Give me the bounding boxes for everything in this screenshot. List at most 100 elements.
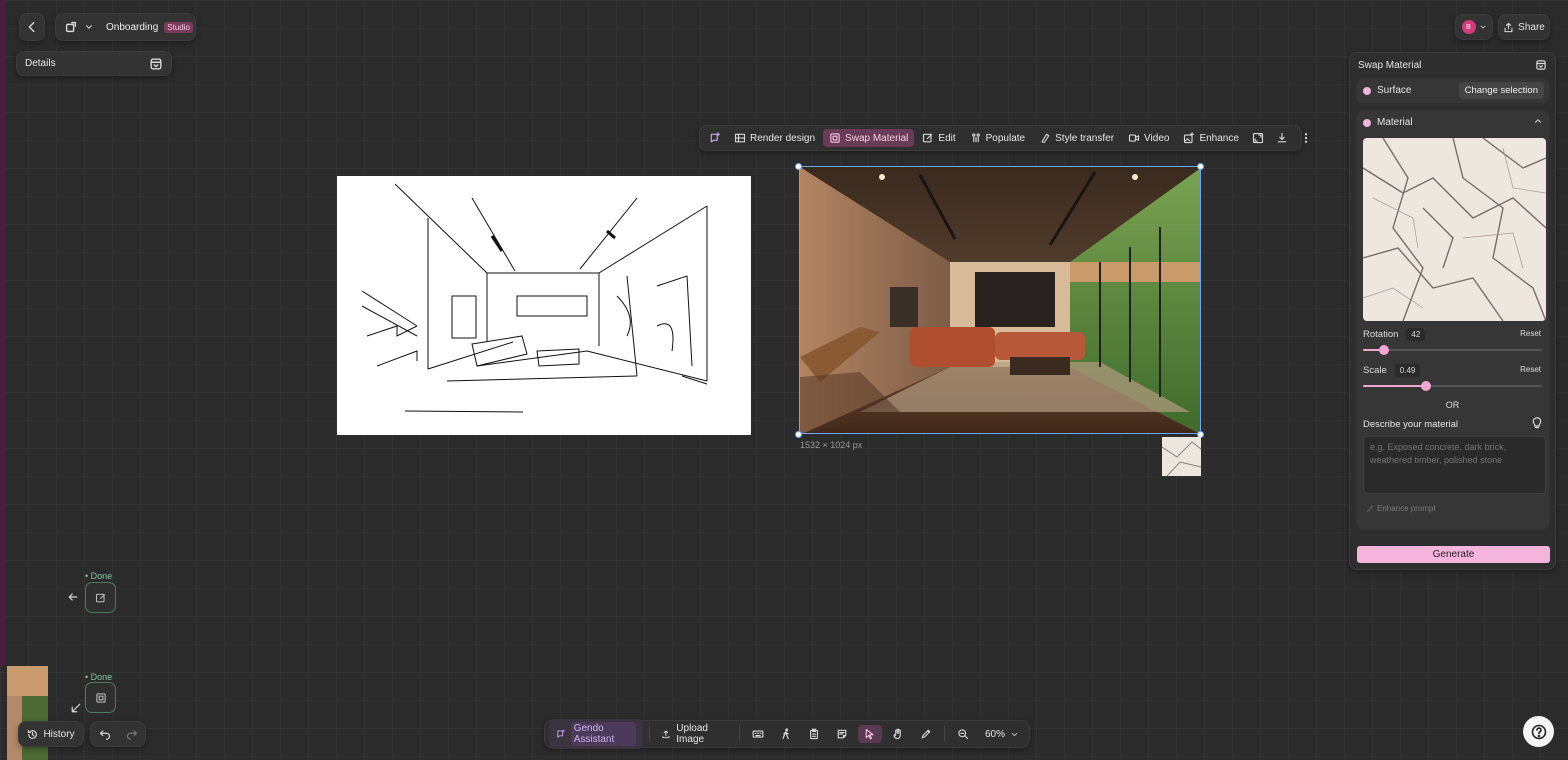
surface-dot [1363, 86, 1371, 95]
note-button[interactable] [830, 725, 854, 743]
chat-plus-icon [557, 729, 565, 738]
more-options-button[interactable] [1295, 129, 1317, 147]
video-icon [1128, 134, 1140, 142]
resize-handle-bottom-left[interactable] [795, 431, 802, 438]
chat-plus-icon [710, 132, 721, 143]
done-status-2: • Done [85, 672, 113, 682]
video-button[interactable]: Video [1122, 129, 1175, 147]
rotation-row: Rotation 42 [1363, 328, 1426, 341]
image-dimensions: 1532 × 1024 px [800, 440, 863, 450]
undo-icon[interactable] [99, 728, 111, 740]
render-design-button[interactable]: Render design [728, 129, 821, 147]
zoom-value: 60% [984, 728, 1005, 740]
history-button[interactable]: History [18, 721, 84, 747]
redo-icon[interactable] [126, 728, 138, 740]
rotation-reset-button[interactable]: Reset [1520, 329, 1541, 338]
enhance-button[interactable]: Enhance [1177, 129, 1244, 147]
collapse-panel-icon[interactable] [1535, 59, 1547, 71]
zoom-button[interactable] [951, 725, 975, 743]
generate-button[interactable]: Generate [1357, 546, 1550, 563]
resize-handle-top-left[interactable] [795, 163, 802, 170]
scale-row: Scale 0.49 [1363, 364, 1421, 377]
question-icon [1531, 724, 1546, 739]
left-edge-strip [0, 0, 5, 666]
chevron-down-icon[interactable] [84, 22, 94, 32]
add-to-chat-button[interactable] [704, 129, 726, 147]
rotation-slider-knob[interactable] [1379, 345, 1390, 355]
enhance-label: Enhance [1199, 132, 1239, 144]
video-label: Video [1144, 132, 1170, 144]
material-label: Material [1377, 117, 1413, 128]
clipboard-button[interactable] [802, 725, 826, 743]
enhance-prompt-button[interactable]: Enhance prompt [1366, 504, 1436, 513]
material-description-input[interactable] [1363, 436, 1546, 494]
sparkle-icon [1366, 505, 1374, 513]
walking-person-icon [782, 728, 789, 740]
clipboard-icon [810, 728, 819, 740]
upload-icon [662, 730, 670, 739]
zoom-level[interactable]: 60% [979, 726, 1025, 743]
sketch-image[interactable] [337, 176, 751, 435]
pan-tool-button[interactable] [886, 725, 910, 743]
swap-material-button[interactable]: Swap Material [823, 129, 915, 147]
edit-button[interactable]: Edit [916, 129, 961, 147]
or-divider: OR [1445, 400, 1460, 410]
image-toolbar: Render design Swap Material Edit Populat… [699, 125, 1308, 151]
select-tool-button[interactable] [858, 725, 883, 743]
enhance-prompt-label: Enhance prompt [1377, 504, 1436, 513]
upscale-button[interactable] [1247, 129, 1269, 147]
edit-label: Edit [938, 132, 956, 144]
keyboard-shortcuts-button[interactable] [746, 725, 770, 743]
app-logo-icon [64, 20, 78, 34]
change-selection-button[interactable]: Change selection [1458, 82, 1544, 99]
divider [648, 726, 650, 742]
swap-material-panel: Swap Material Surface Change selection M… [1349, 52, 1556, 570]
material-preview[interactable] [1363, 138, 1546, 321]
user-menu[interactable]: B [1455, 14, 1493, 40]
share-label: Share [1518, 21, 1545, 33]
upload-image-button[interactable]: Upload Image [655, 720, 733, 748]
share-button[interactable]: Share [1498, 14, 1550, 40]
history-node-material[interactable] [85, 682, 116, 713]
sticky-note-icon [837, 729, 847, 739]
scale-slider-fill [1363, 385, 1426, 387]
cursor-icon [865, 728, 874, 740]
scale-slider[interactable] [1363, 381, 1542, 391]
resize-handle-top-right[interactable] [1197, 163, 1204, 170]
zoom-icon [958, 729, 969, 740]
help-button[interactable] [1523, 716, 1554, 747]
project-bar[interactable]: Onboarding Studio [55, 13, 196, 41]
undo-redo-bar [90, 721, 146, 747]
chevron-up-icon[interactable] [1533, 116, 1543, 126]
pen-tool-button[interactable] [914, 725, 938, 743]
rotation-label: Rotation [1363, 329, 1399, 340]
style-transfer-button[interactable]: Style transfer [1033, 129, 1120, 147]
bottom-toolbar: Gendo Assistant Upload Image 60% [544, 719, 1030, 749]
download-button[interactable] [1271, 129, 1293, 147]
scale-value[interactable]: 0.49 [1394, 364, 1421, 377]
render-design-label: Render design [750, 132, 816, 144]
details-bar[interactable]: Details [16, 51, 172, 76]
material-dot [1363, 118, 1371, 127]
arrow-down-left-icon [70, 702, 82, 717]
back-button[interactable] [19, 13, 45, 41]
hand-icon [893, 728, 901, 740]
gendo-assistant-button[interactable]: Gendo Assistant [549, 719, 643, 749]
details-label: Details [25, 58, 56, 69]
material-thumbnail[interactable] [1162, 437, 1201, 476]
person-tool-button[interactable] [774, 725, 798, 743]
scale-slider-knob[interactable] [1420, 381, 1431, 391]
history-node-edit[interactable] [85, 582, 116, 613]
chevron-down-icon [1479, 23, 1487, 31]
rotation-value[interactable]: 42 [1406, 328, 1426, 341]
edit-icon [923, 133, 933, 143]
marble-texture [1363, 138, 1546, 321]
populate-button[interactable]: Populate [964, 129, 1031, 147]
lightbulb-icon[interactable] [1531, 417, 1543, 429]
collapse-panel-icon[interactable] [149, 57, 163, 71]
sketch-drawing [361, 183, 708, 413]
rendered-image[interactable] [799, 166, 1201, 434]
scale-reset-button[interactable]: Reset [1520, 365, 1541, 374]
rotation-slider[interactable] [1363, 345, 1542, 355]
material-icon [830, 133, 840, 143]
